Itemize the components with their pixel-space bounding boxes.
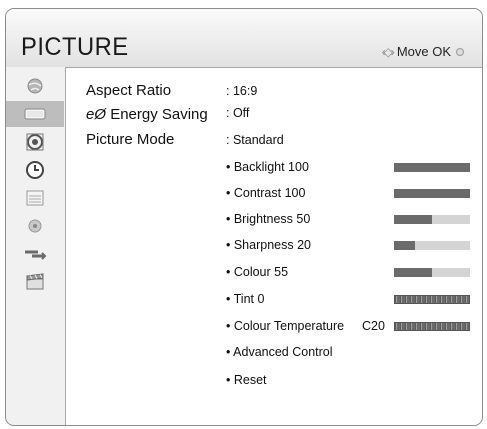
input-icon	[22, 245, 48, 263]
picture-mode-value: : Standard	[226, 133, 284, 147]
menu-title: PICTURE	[21, 33, 129, 61]
sharpness-bar-fill	[394, 241, 415, 250]
sidebar-item-lock[interactable]	[6, 213, 64, 239]
aspect-ratio-value: : 16:9	[226, 84, 258, 98]
sharpness-setting[interactable]: • Sharpness 20	[226, 238, 311, 252]
energy-saving-text: Energy Saving	[110, 106, 208, 123]
contrast-setting[interactable]: • Contrast 100	[226, 186, 305, 200]
monitor-icon	[22, 105, 48, 123]
globe-icon	[22, 77, 48, 95]
colour-temperature-value: C20	[362, 319, 385, 333]
colour-setting[interactable]: • Colour 55	[226, 265, 288, 279]
advanced-control-setting[interactable]: • Advanced Control	[226, 345, 333, 359]
brightness-bar-fill	[394, 215, 432, 224]
settings-content: Aspect Ratio : 16:9 eØ Energy Saving : O…	[65, 67, 482, 425]
tint-bar[interactable]	[394, 295, 470, 304]
sidebar-item-channel[interactable]	[6, 73, 64, 99]
colour-temperature-bar[interactable]	[394, 322, 470, 331]
picture-mode-label[interactable]: Picture Mode	[86, 131, 174, 148]
navigation-hint-text: Move OK	[396, 44, 451, 59]
sidebar-item-media[interactable]	[6, 269, 64, 295]
backlight-bar-fill	[394, 163, 470, 172]
calendar-icon	[22, 189, 48, 207]
category-sidebar	[6, 67, 64, 425]
energy-saving-icon: eØ	[86, 106, 107, 123]
colour-temperature-setting[interactable]: • Colour Temperature	[226, 319, 344, 333]
sidebar-item-option[interactable]	[6, 185, 64, 211]
picture-menu-panel: PICTURE ‹◇› Move OK Aspect Ratio: 16:9 …	[5, 8, 483, 426]
sharpness-bar[interactable]	[394, 241, 470, 250]
lock-icon	[22, 217, 48, 235]
tint-setting[interactable]: • Tint 0	[226, 292, 264, 306]
menu-header: PICTURE ‹◇› Move OK	[6, 9, 482, 67]
backlight-setting[interactable]: • Backlight 100	[226, 160, 309, 174]
clapboard-icon	[22, 273, 48, 291]
sidebar-item-input[interactable]	[6, 241, 64, 267]
aspect-ratio-label[interactable]: Aspect Ratio	[86, 82, 171, 99]
sidebar-item-audio[interactable]	[6, 129, 64, 155]
speaker-icon	[22, 133, 48, 151]
colour-bar[interactable]	[394, 268, 470, 277]
contrast-bar-fill	[394, 189, 470, 198]
energy-saving-label[interactable]: eØ Energy Saving	[86, 106, 208, 123]
colour-bar-fill	[394, 268, 432, 277]
contrast-bar[interactable]	[394, 189, 470, 198]
backlight-bar[interactable]	[394, 163, 470, 172]
navigation-arrows-icon: ‹◇›	[381, 44, 395, 59]
brightness-bar[interactable]	[394, 215, 470, 224]
sidebar-item-picture[interactable]	[6, 101, 64, 127]
clock-icon	[22, 161, 48, 179]
energy-saving-value: : Off	[226, 106, 250, 120]
reset-setting[interactable]: • Reset	[226, 373, 267, 387]
sidebar-item-time[interactable]	[6, 157, 64, 183]
ok-button-icon	[456, 47, 464, 56]
brightness-setting[interactable]: • Brightness 50	[226, 212, 310, 226]
navigation-hint: ‹◇› Move OK	[382, 44, 464, 59]
